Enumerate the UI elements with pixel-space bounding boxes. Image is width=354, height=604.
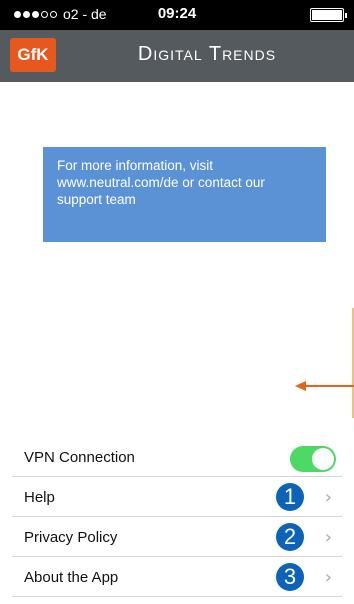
number-badge: 1 <box>276 483 304 511</box>
number-badge: 3 <box>276 563 304 591</box>
battery-icon <box>310 8 347 22</box>
status-time: 09:24 <box>157 5 197 22</box>
arrow-left-icon <box>295 381 354 391</box>
navigation-bar: GfK Digital Trends <box>0 30 354 82</box>
settings-row-privacy-policy[interactable]: Privacy Policy 2 › <box>0 517 354 557</box>
chevron-right-icon: › <box>324 486 332 508</box>
row-label: Help <box>24 488 55 506</box>
settings-row-about[interactable]: About the App 3 › <box>0 557 354 597</box>
divider <box>12 596 342 597</box>
status-bar: o2 - de 09:24 <box>0 0 354 30</box>
settings-row-vpn[interactable]: VPN Connection <box>0 437 354 477</box>
info-message: For more information, visit www.neutral.… <box>43 147 326 242</box>
battery-tip <box>345 13 347 18</box>
toggle-knob <box>312 448 334 470</box>
gfk-logo[interactable]: GfK <box>10 38 56 72</box>
settings-list: VPN Connection Help 1 › Privacy Policy 2… <box>0 437 354 597</box>
chevron-right-icon: › <box>324 526 332 548</box>
battery-fill <box>312 10 342 20</box>
chevron-right-icon: › <box>324 566 332 588</box>
page-title: Digital Trends <box>137 43 277 65</box>
row-label: VPN Connection <box>24 448 135 466</box>
row-label: Privacy Policy <box>24 528 118 546</box>
number-badge: 2 <box>276 523 304 551</box>
row-label: About the App <box>24 568 119 586</box>
vpn-toggle[interactable] <box>290 446 336 472</box>
settings-row-help[interactable]: Help 1 › <box>0 477 354 517</box>
